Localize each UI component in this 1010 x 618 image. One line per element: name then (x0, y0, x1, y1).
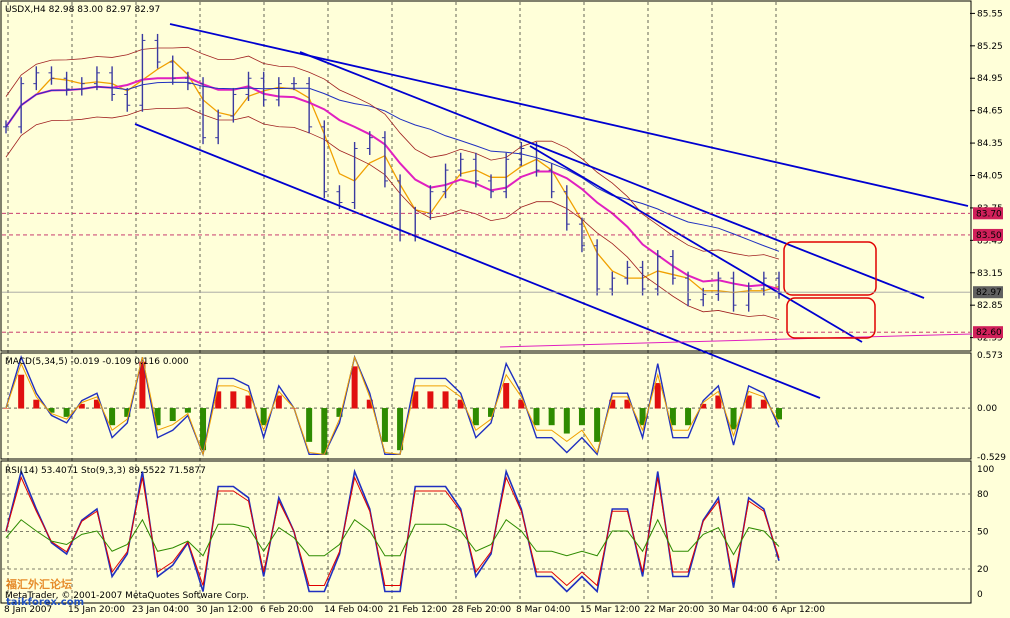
time-tick-label: 14 Feb 04:00 (324, 605, 383, 615)
rsi-tick-label: 0 (977, 590, 983, 600)
macd-histogram-bar (260, 408, 267, 426)
price-tag-label: 82.60 (976, 328, 1002, 338)
macd-histogram-bar (730, 408, 737, 430)
macd-panel[interactable] (0, 352, 972, 460)
rsi-tick-label: 100 (977, 465, 994, 475)
time-axis: 8 Jan 2007 15 Jan 20:00 23 Jan 04:00 30 Jan… (4, 605, 825, 615)
macd-tick-label: 0.00 (977, 404, 997, 414)
forum-watermark-cn: 福汇外汇论坛 (5, 577, 72, 591)
price-tick-label: 85.55 (977, 9, 1003, 19)
macd-histogram-bar (578, 408, 585, 426)
time-tick-label: 21 Feb 12:00 (388, 605, 447, 615)
macd-histogram-bar (63, 408, 70, 417)
macd-histogram-bar (230, 391, 237, 409)
time-tick-label: 30 Jan 12:00 (196, 605, 253, 615)
ma-slow-line (5, 76, 780, 291)
ma-long-line (5, 81, 780, 252)
rsi-stochastic-indicator: 100 80 50 20 0 (2, 465, 994, 600)
price-tick-label: 82.85 (977, 301, 1003, 311)
macd-histogram-bar (654, 383, 661, 409)
trendline (529, 145, 863, 343)
ma-fast-line (5, 59, 780, 294)
price-tick-label: 83.15 (977, 269, 1003, 279)
macd-histogram-bar (548, 408, 555, 426)
price-tick-label: 85.25 (977, 42, 1003, 52)
macd-histogram-bar (18, 374, 25, 409)
macd-histogram-bar (442, 391, 449, 409)
macd-histogram-bar (776, 408, 782, 420)
macd-histogram-bar (472, 408, 479, 426)
time-tick-label: 22 Mar 20:00 (644, 605, 704, 615)
macd-histogram-bar (351, 366, 358, 409)
rsi-tick-label: 80 (977, 490, 989, 500)
time-tick-label: 6 Feb 20:00 (260, 605, 314, 615)
time-tick-label: 8 Mar 04:00 (516, 605, 571, 615)
macd-histogram-bar (169, 408, 176, 422)
macd-tick-label: -0.529 (977, 453, 1006, 463)
symbol-info: USDX,H4 82.98 83.00 82.97 82.97 (5, 5, 160, 15)
time-tick-label: 28 Feb 20:00 (452, 605, 511, 615)
trendline (134, 123, 821, 399)
rsi-panel[interactable] (0, 460, 972, 604)
price-tag-label: 83.70 (976, 209, 1002, 219)
macd-indicator: 0.573 0.00 -0.529 (2, 351, 1006, 463)
price-tick-label: 84.35 (977, 139, 1003, 149)
time-tick-label: 23 Jan 04:00 (132, 605, 189, 615)
macd-histogram-bar (381, 408, 388, 442)
macd-line (5, 354, 780, 457)
macd-histogram-bar (306, 408, 313, 442)
chart-window[interactable]: 85.5585.2584.9584.6584.3584.0583.7583.45… (0, 0, 1010, 618)
macd-histogram-bar (109, 408, 116, 426)
price-tick-label: 84.65 (977, 107, 1003, 117)
macd-histogram-bar (503, 383, 510, 409)
price-tag-label: 82.97 (976, 288, 1002, 298)
chart-canvas[interactable]: 85.5585.2584.9584.6584.3584.0583.7583.45… (0, 0, 1010, 618)
forum-watermark: taikforex.com (6, 597, 84, 608)
rsi-tick-label: 50 (977, 528, 989, 538)
target-box (783, 241, 877, 296)
trendlines[interactable] (134, 23, 973, 399)
macd-histogram-bar (594, 408, 601, 442)
rsi-tick-label: 20 (977, 565, 989, 575)
macd-tick-label: 0.573 (977, 351, 1003, 361)
price-tags: 83.70 83.50 82.97 82.60 (2, 207, 1003, 339)
time-tick-label: 6 Apr 12:00 (772, 605, 825, 615)
macd-histogram-bar (427, 391, 434, 409)
macd-histogram-bar (3, 408, 9, 409)
macd-histogram-bar (33, 399, 40, 409)
macd-histogram-bar (533, 408, 540, 426)
time-tick-label: 30 Mar 04:00 (708, 605, 768, 615)
macd-histogram-bar (184, 408, 191, 413)
time-tick-label: 15 Mar 12:00 (580, 605, 640, 615)
macd-histogram-bar (321, 408, 328, 455)
rsi-info: RSI(14) 53.4071 Sto(9,3,3) 89.5522 71.58… (5, 466, 206, 476)
price-tag-label: 83.50 (976, 231, 1002, 241)
grid-lines (7, 2, 777, 602)
macd-signal-line (5, 355, 780, 457)
envelope-lower-line (5, 107, 780, 321)
macd-info: MACD(5,34,5) -0.019 -0.109 0.116 0.000 (5, 357, 189, 367)
macd-histogram-bar (685, 408, 692, 426)
macd-histogram-bar (154, 408, 161, 426)
rsi-line (5, 518, 780, 557)
price-tick-label: 84.95 (977, 74, 1003, 84)
trendline (499, 333, 973, 348)
macd-histogram-bar (563, 408, 570, 434)
price-tick-label: 84.05 (977, 172, 1003, 182)
